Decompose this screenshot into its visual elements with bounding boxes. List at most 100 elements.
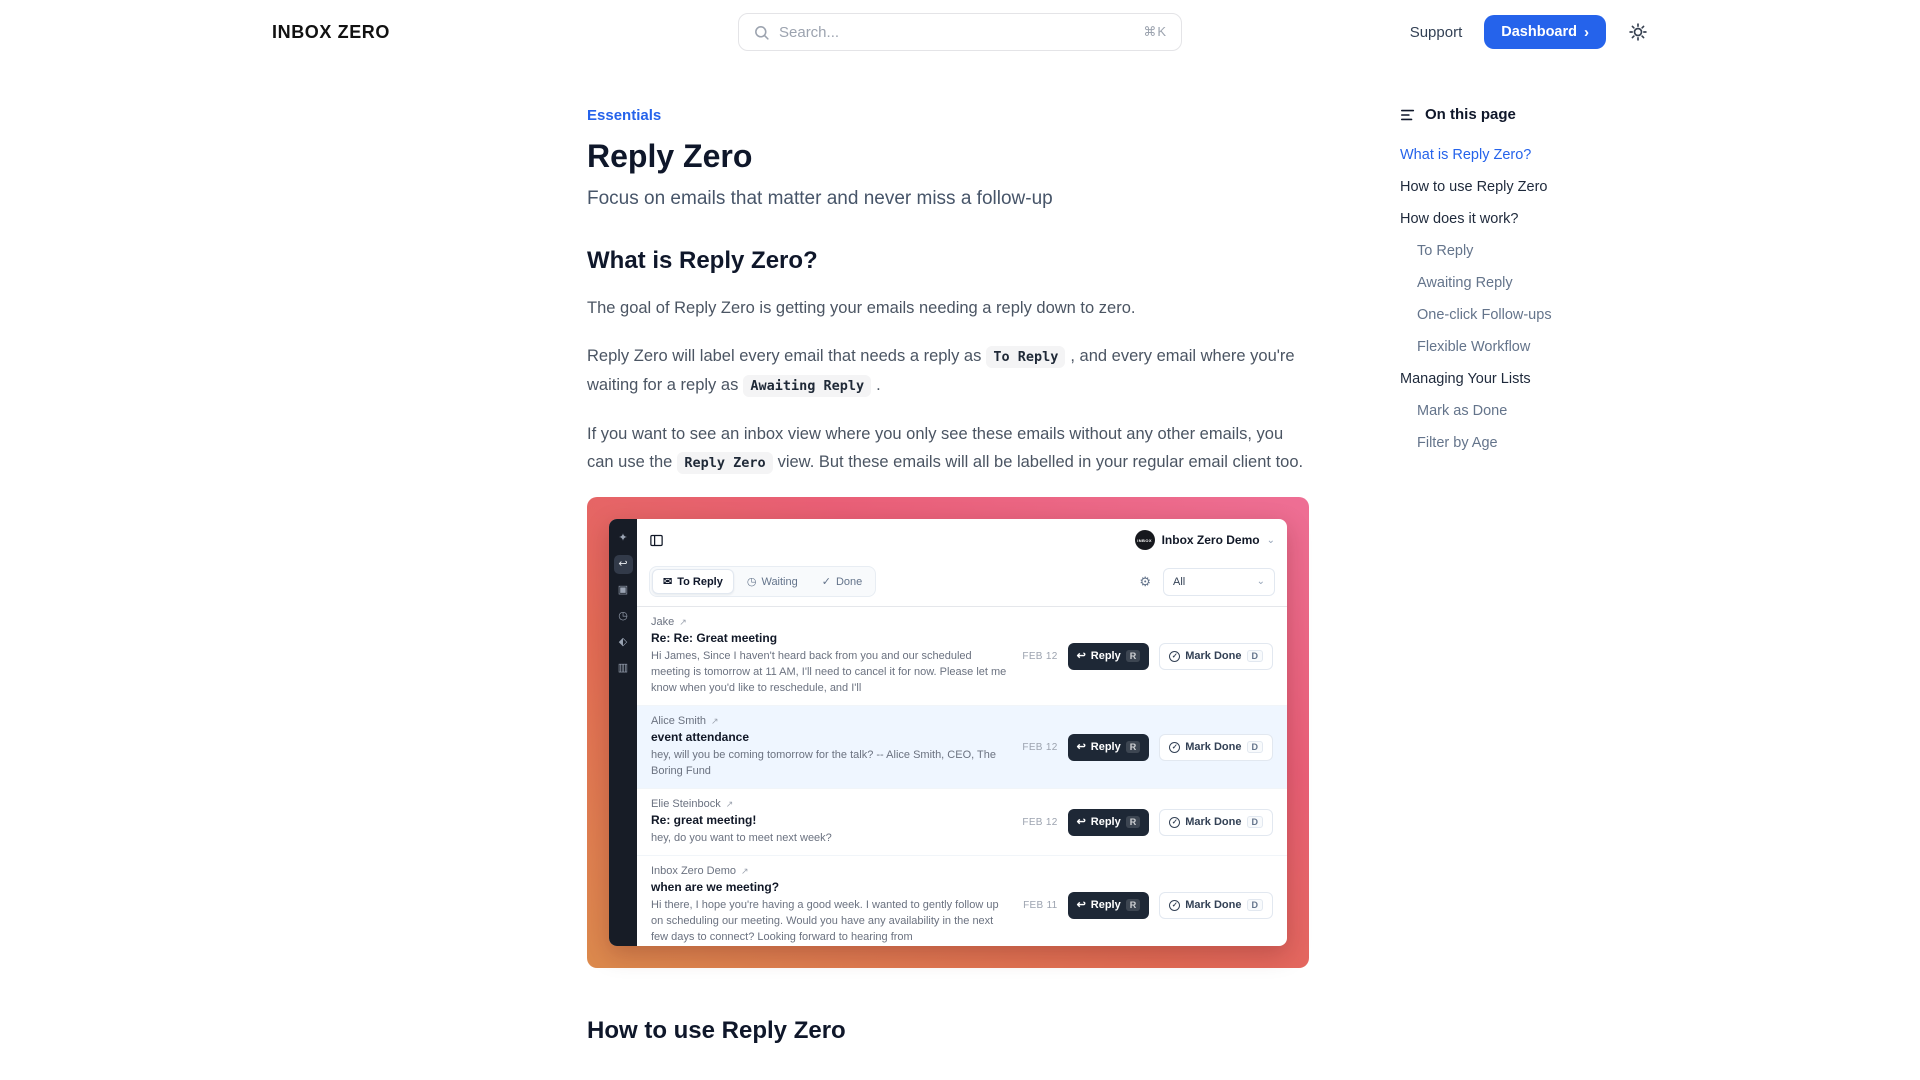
toc-link[interactable]: How to use Reply Zero <box>1400 177 1610 197</box>
search-bar[interactable]: ⌘K <box>738 13 1182 51</box>
section-heading-how-to-use: How to use Reply Zero <box>587 1016 1309 1046</box>
reply-arrow-icon: ↩ <box>1077 900 1086 911</box>
tab-bar: ✉To Reply ◷Waiting ✓Done <box>649 566 876 597</box>
external-link-icon[interactable]: ↗ <box>726 799 734 810</box>
toc-icon <box>1400 107 1416 123</box>
check-circle-icon: ✓ <box>1169 900 1180 911</box>
filter-value: All <box>1173 576 1185 588</box>
mark-done-button[interactable]: ✓ Mark Done D <box>1159 892 1273 919</box>
toc-link[interactable]: What is Reply Zero? <box>1400 145 1610 165</box>
toc-link[interactable]: One-click Follow-ups <box>1400 305 1610 325</box>
paragraph-1: The goal of Reply Zero is getting your e… <box>587 294 1309 322</box>
account-menu[interactable]: INBOX Inbox Zero Demo ⌄ <box>1135 530 1275 550</box>
email-row[interactable]: Alice Smith↗ event attendance hey, will … <box>637 706 1287 789</box>
tab[interactable]: ✓Done <box>811 569 874 594</box>
email-list: Jake↗ Re: Re: Great meeting Hi James, Si… <box>637 607 1287 946</box>
search-icon <box>753 24 770 41</box>
reply-button[interactable]: ↩ Reply R <box>1068 892 1150 919</box>
chart-icon[interactable]: ▥ <box>614 659 633 678</box>
reply-shortcut-key: R <box>1126 899 1141 911</box>
email-sender: Elie Steinbock↗ <box>651 798 1010 810</box>
toolbar-right: ⚙ All ⌄ <box>1139 568 1275 596</box>
account-avatar: INBOX <box>1135 530 1155 550</box>
email-subject: when are we meeting? <box>651 880 1011 894</box>
toc-header: On this page <box>1400 106 1610 123</box>
logo[interactable]: INBOX ZERO <box>272 22 390 43</box>
toc-link[interactable]: To Reply <box>1400 241 1610 261</box>
toc-link[interactable]: Filter by Age <box>1400 433 1610 453</box>
external-link-icon[interactable]: ↗ <box>679 617 687 628</box>
app-header: INBOX Inbox Zero Demo ⌄ <box>637 519 1287 561</box>
tab-icon: ✓ <box>822 575 831 588</box>
page: INBOX ZERO ⌘K Support Dashboard › <box>0 0 1920 1080</box>
mark-done-button[interactable]: ✓ Mark Done D <box>1159 734 1273 761</box>
reply-icon[interactable]: ↩ <box>614 555 633 574</box>
reply-shortcut-key: R <box>1126 650 1141 662</box>
email-subject: Re: great meeting! <box>651 813 1010 827</box>
account-name: Inbox Zero Demo <box>1162 533 1260 547</box>
email-sender: Inbox Zero Demo↗ <box>651 865 1011 877</box>
email-snippet: Hi James, Since I haven't heard back fro… <box>651 648 1010 696</box>
app-window: ✦ ↩ ▣ ◷ ⬖ ▥ <box>609 519 1287 946</box>
panel-icon <box>649 533 664 548</box>
paragraph-2: Reply Zero will label every email that n… <box>587 342 1309 400</box>
toc-title: On this page <box>1425 106 1516 123</box>
breadcrumb[interactable]: Essentials <box>587 107 661 124</box>
search-shortcut: ⌘K <box>1143 24 1167 40</box>
toc-link[interactable]: Mark as Done <box>1400 401 1610 421</box>
email-snippet: hey, do you want to meet next week? <box>651 830 1010 846</box>
chevron-down-icon: ⌄ <box>1267 535 1275 546</box>
sun-icon <box>1628 22 1648 42</box>
email-sender: Alice Smith↗ <box>651 715 1010 727</box>
dashboard-button[interactable]: Dashboard › <box>1484 15 1606 49</box>
theme-toggle-button[interactable] <box>1628 22 1648 42</box>
paragraph-3: If you want to see an inbox view where y… <box>587 420 1309 477</box>
sparkles-icon[interactable]: ✦ <box>614 529 633 548</box>
clock-icon[interactable]: ◷ <box>614 607 633 626</box>
chevron-right-icon: › <box>1584 25 1589 40</box>
toc-link[interactable]: Managing Your Lists <box>1400 369 1610 389</box>
tab[interactable]: ◷Waiting <box>736 569 809 594</box>
toc-link[interactable]: Awaiting Reply <box>1400 273 1610 293</box>
reply-button[interactable]: ↩ Reply R <box>1068 643 1150 670</box>
inline-code-awaiting-reply: Awaiting Reply <box>743 375 871 397</box>
support-link[interactable]: Support <box>1410 24 1463 41</box>
toc-link[interactable]: Flexible Workflow <box>1400 337 1610 357</box>
toc-link[interactable]: How does it work? <box>1400 209 1610 229</box>
gear-icon[interactable]: ⚙ <box>1139 574 1151 590</box>
mark-done-button[interactable]: ✓ Mark Done D <box>1159 643 1273 670</box>
reply-button[interactable]: ↩ Reply R <box>1068 734 1150 761</box>
email-date: FEB 12 <box>1022 742 1057 753</box>
toc-list: What is Reply Zero? How to use Reply Zer… <box>1400 145 1610 453</box>
page-title: Reply Zero <box>587 138 1309 174</box>
app-sidebar: ✦ ↩ ▣ ◷ ⬖ ▥ <box>609 519 637 946</box>
email-sender: Jake↗ <box>651 616 1010 628</box>
email-date: FEB 11 <box>1023 900 1057 911</box>
email-subject: event attendance <box>651 730 1010 744</box>
inline-code-reply-zero: Reply Zero <box>677 452 772 474</box>
filter-dropdown[interactable]: All ⌄ <box>1163 568 1275 596</box>
dashboard-label: Dashboard <box>1501 24 1577 40</box>
email-row[interactable]: Jake↗ Re: Re: Great meeting Hi James, Si… <box>637 607 1287 706</box>
reply-button[interactable]: ↩ Reply R <box>1068 809 1150 836</box>
email-date: FEB 12 <box>1022 817 1057 828</box>
mark-done-button[interactable]: ✓ Mark Done D <box>1159 809 1273 836</box>
email-row[interactable]: Elie Steinbock↗ Re: great meeting! hey, … <box>637 789 1287 856</box>
external-link-icon[interactable]: ↗ <box>741 866 749 877</box>
navbar-right: Support Dashboard › <box>1410 15 1648 49</box>
tag-icon[interactable]: ⬖ <box>614 633 633 652</box>
sidebar-toggle-button[interactable] <box>649 533 664 548</box>
search-input[interactable] <box>779 24 1134 41</box>
reply-shortcut-key: R <box>1126 741 1141 753</box>
reply-arrow-icon: ↩ <box>1077 651 1086 662</box>
top-navbar: INBOX ZERO ⌘K Support Dashboard › <box>0 0 1920 64</box>
external-link-icon[interactable]: ↗ <box>711 716 719 727</box>
page-subtitle: Focus on emails that matter and never mi… <box>587 186 1309 212</box>
done-shortcut-key: D <box>1247 899 1264 911</box>
tab[interactable]: ✉To Reply <box>652 569 734 594</box>
app-main: INBOX Inbox Zero Demo ⌄ ✉To Reply ◷Waiti… <box>637 519 1287 946</box>
done-shortcut-key: D <box>1247 650 1264 662</box>
toc: On this page What is Reply Zero? How to … <box>1400 106 1610 465</box>
email-row[interactable]: Inbox Zero Demo↗ when are we meeting? Hi… <box>637 856 1287 946</box>
inbox-icon[interactable]: ▣ <box>614 581 633 600</box>
